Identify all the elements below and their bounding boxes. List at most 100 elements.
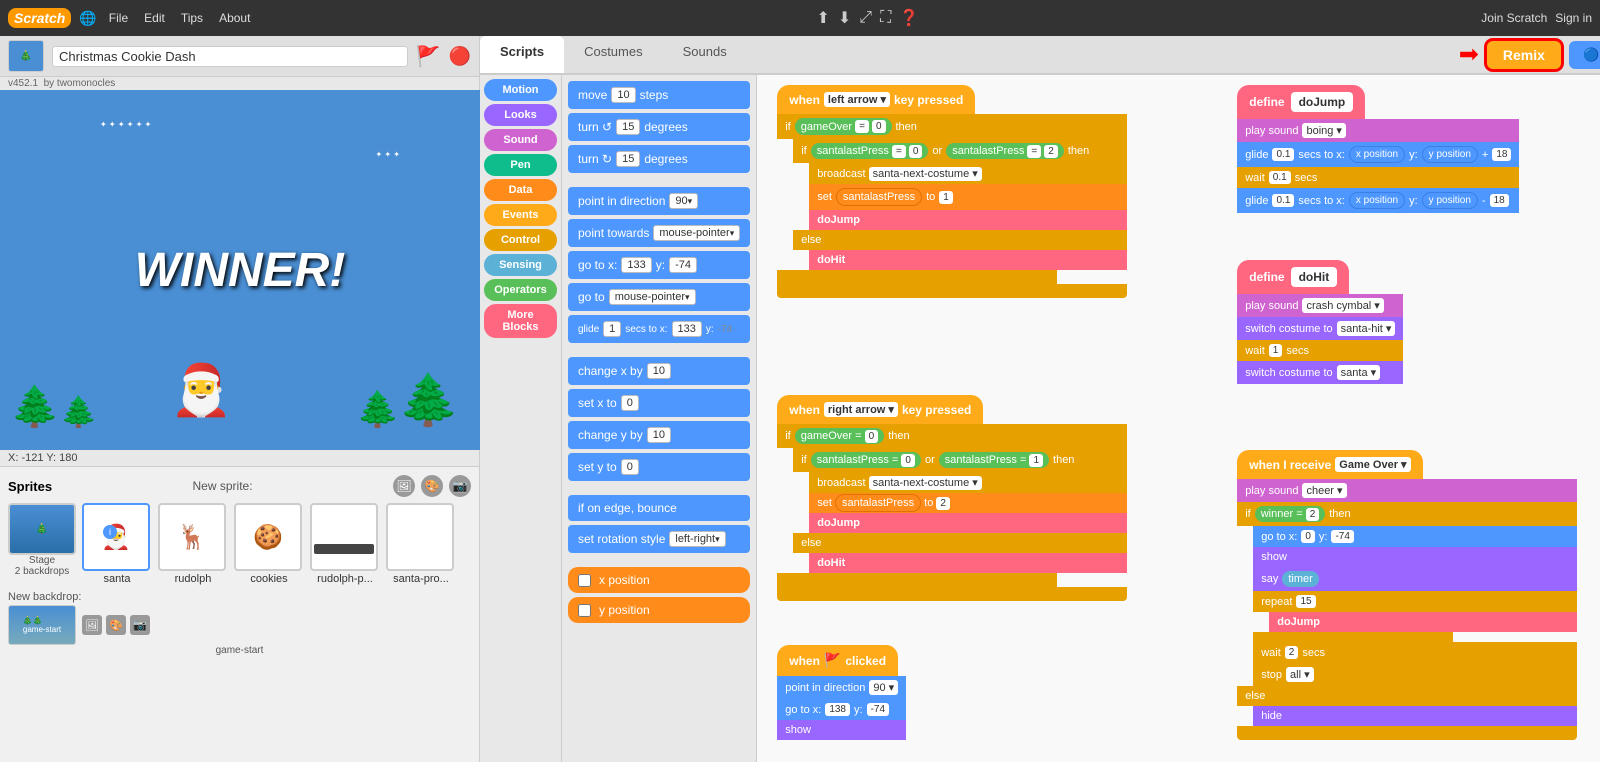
upload-icon[interactable]: ⬆: [816, 8, 829, 28]
block-point-towards[interactable]: point towards mouse-pointer: [568, 219, 750, 247]
cat-sound[interactable]: Sound: [484, 129, 557, 151]
resize-icon[interactable]: ⛶: [880, 9, 891, 27]
wait-2-val: 2: [1285, 646, 1299, 659]
block-rotation-dd[interactable]: left-right: [669, 531, 725, 547]
tab-scripts[interactable]: Scripts: [480, 36, 564, 73]
block-set-y-val[interactable]: 0: [621, 459, 639, 475]
new-sprite-paint[interactable]: 🖼: [393, 475, 415, 497]
sprite-thumb-santa[interactable]: i 🎅 santa: [82, 503, 152, 585]
download-icon[interactable]: ⬇: [838, 8, 851, 28]
x-position-check[interactable]: [578, 574, 591, 587]
block-turn-cw-val[interactable]: 15: [616, 151, 640, 167]
backdrop-camera-icon[interactable]: 📷: [130, 615, 150, 635]
block-x-position[interactable]: x position: [568, 567, 750, 593]
show-block: show: [777, 720, 906, 740]
hat-flag[interactable]: when 🚩 clicked: [777, 645, 898, 676]
sprite-thumb-rudolph-p[interactable]: rudolph-p...: [310, 503, 380, 585]
stop-button[interactable]: 🔴: [449, 46, 471, 67]
scratch-logo[interactable]: Scratch: [8, 8, 71, 28]
block-go-to[interactable]: go to mouse-pointer: [568, 283, 750, 311]
block-change-y-val[interactable]: 10: [647, 427, 671, 443]
cat-data[interactable]: Data: [484, 179, 557, 201]
green-flag-button[interactable]: 🚩: [416, 44, 441, 69]
menu-tips[interactable]: Tips: [177, 7, 207, 29]
define-dohit-hat[interactable]: define doHit: [1237, 260, 1349, 294]
broadcast-dd-1[interactable]: santa-next-costume ▾: [869, 167, 982, 181]
block-goto-dd[interactable]: mouse-pointer: [609, 289, 696, 305]
costume-hit-dd[interactable]: santa-hit ▾: [1337, 321, 1396, 336]
y-position-check[interactable]: [578, 604, 591, 617]
block-set-y[interactable]: set y to 0: [568, 453, 750, 481]
block-change-x[interactable]: change x by 10: [568, 357, 750, 385]
right-arrow-dd[interactable]: right arrow ▾: [824, 402, 898, 417]
remix-button[interactable]: Remix: [1487, 41, 1561, 69]
backdrop-upload-icon[interactable]: 🖼: [82, 615, 102, 635]
block-move-steps[interactable]: move 10 steps: [568, 81, 750, 109]
block-set-x[interactable]: set x to 0: [568, 389, 750, 417]
block-glide-secs[interactable]: 1: [603, 321, 621, 337]
new-sprite-upload[interactable]: 🎨: [421, 475, 443, 497]
block-y-position[interactable]: y position: [568, 597, 750, 623]
sound-boing-dd[interactable]: boing ▾: [1302, 123, 1346, 138]
globe-icon[interactable]: 🌐: [79, 10, 96, 27]
block-goto-x[interactable]: 133: [621, 257, 651, 273]
cat-more-blocks[interactable]: More Blocks: [484, 304, 557, 338]
crash-cymbal-dd[interactable]: crash cymbal ▾: [1302, 298, 1383, 313]
block-glide[interactable]: glide 1 secs to x: 133 y: -74: [568, 315, 750, 343]
stage-title-input[interactable]: [52, 46, 408, 67]
santapress-bool-2b: santalastPress = 1: [939, 452, 1049, 468]
block-turn-ccw-val[interactable]: 15: [616, 119, 640, 135]
receive-dd[interactable]: Game Over ▾: [1335, 457, 1410, 472]
cat-operators[interactable]: Operators: [484, 279, 557, 301]
block-change-x-val[interactable]: 10: [647, 363, 671, 379]
block-turn-cw[interactable]: turn ↻ 15 degrees: [568, 145, 750, 173]
fullscreen-icon[interactable]: ⤢: [859, 9, 872, 27]
menu-about[interactable]: About: [215, 7, 254, 29]
join-link[interactable]: Join Scratch: [1481, 11, 1547, 25]
cat-events[interactable]: Events: [484, 204, 557, 226]
sprite-thumb-cookies[interactable]: 🍪 cookies: [234, 503, 304, 585]
block-move-val[interactable]: 10: [611, 87, 635, 103]
block-change-y[interactable]: change y by 10: [568, 421, 750, 449]
block-direction-dd[interactable]: 90: [669, 193, 698, 209]
help-icon[interactable]: ❓: [899, 8, 919, 28]
cat-looks[interactable]: Looks: [484, 104, 557, 126]
stop-dd[interactable]: all ▾: [1286, 667, 1314, 682]
new-sprite-camera[interactable]: 📷: [449, 475, 471, 497]
tab-costumes[interactable]: Costumes: [564, 36, 663, 73]
block-towards-dd[interactable]: mouse-pointer: [653, 225, 740, 241]
backdrop-thumb[interactable]: 🎄🎄game-start: [8, 605, 76, 645]
if-santa-lastpress-2: if santalastPress = 0 or santalastPress …: [793, 448, 1127, 472]
stage-sprite-thumb[interactable]: 🎄 Stage2 backdrops: [8, 503, 76, 585]
block-point-direction[interactable]: point in direction 90: [568, 187, 750, 215]
cheer-dd[interactable]: cheer ▾: [1302, 483, 1346, 498]
block-go-to-xy[interactable]: go to x: 133 y: -74: [568, 251, 750, 279]
menu-edit[interactable]: Edit: [140, 7, 169, 29]
define-dojump-hat[interactable]: define doJump: [1237, 85, 1365, 119]
script-canvas[interactable]: when left arrow ▾ key pressed if gameOve…: [757, 75, 1600, 762]
cat-pen[interactable]: Pen: [484, 154, 557, 176]
tab-sounds[interactable]: Sounds: [663, 36, 747, 73]
hat-receive[interactable]: when I receive Game Over ▾: [1237, 450, 1422, 479]
signin-link[interactable]: Sign in: [1555, 11, 1592, 25]
cat-control[interactable]: Control: [484, 229, 557, 251]
cat-motion[interactable]: Motion: [484, 79, 557, 101]
see-project-button[interactable]: 🔵 See project page: [1569, 41, 1600, 69]
hat-left-arrow[interactable]: when left arrow ▾ key pressed: [777, 85, 975, 114]
costume-santa-dd[interactable]: santa ▾: [1337, 365, 1381, 380]
left-arrow-dd[interactable]: left arrow ▾: [824, 92, 890, 107]
block-turn-ccw[interactable]: turn ↺ 15 degrees: [568, 113, 750, 141]
sprite-thumb-rudolph[interactable]: 🦌 rudolph: [158, 503, 228, 585]
block-glide-x[interactable]: 133: [672, 321, 702, 337]
hat-right-arrow[interactable]: when right arrow ▾ key pressed: [777, 395, 983, 424]
cat-sensing[interactable]: Sensing: [484, 254, 557, 276]
block-goto-y[interactable]: -74: [669, 257, 697, 273]
sprite-thumb-santa-pro[interactable]: santa-pro...: [386, 503, 456, 585]
point-dir-dd[interactable]: 90 ▾: [869, 680, 898, 695]
block-if-on-edge[interactable]: if on edge, bounce: [568, 495, 750, 521]
backdrop-paint-icon[interactable]: 🎨: [106, 615, 126, 635]
block-rotation-style[interactable]: set rotation style left-right: [568, 525, 750, 553]
menu-file[interactable]: File: [105, 7, 132, 29]
block-set-x-val[interactable]: 0: [621, 395, 639, 411]
broadcast-dd-2[interactable]: santa-next-costume ▾: [869, 476, 982, 490]
